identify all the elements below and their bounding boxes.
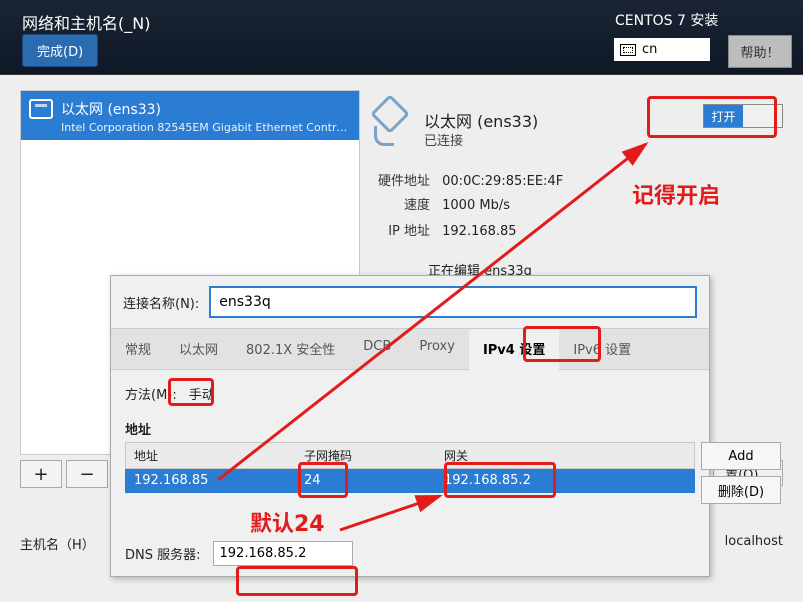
- cell-gateway[interactable]: 192.168.85.2: [436, 469, 694, 492]
- detail-title: 以太网 (ens33): [424, 108, 538, 132]
- cell-mask[interactable]: 24: [296, 469, 436, 492]
- hwaddr-row: 硬件地址 00:0C:29:85:EE:4F: [370, 170, 563, 189]
- language-selector[interactable]: cn: [614, 38, 710, 61]
- speed-value: 1000 Mb/s: [442, 198, 510, 213]
- toggle-on-label: 打开: [704, 105, 743, 127]
- hwaddr-label: 硬件地址: [370, 170, 430, 189]
- col-address: 地址: [126, 443, 296, 468]
- tab-ipv4[interactable]: IPv4 设置: [469, 329, 559, 370]
- method-label: 方法(M):: [125, 384, 177, 403]
- dns-label: DNS 服务器:: [125, 544, 201, 563]
- keyboard-icon: [620, 44, 636, 56]
- install-label: CENTOS 7 安装: [615, 10, 718, 30]
- done-button[interactable]: 完成(D): [22, 34, 98, 67]
- col-mask: 子网掩码: [296, 443, 436, 468]
- address-row[interactable]: 192.168.85 24 192.168.85.2: [125, 469, 695, 493]
- speed-row: 速度 1000 Mb/s: [370, 194, 510, 213]
- connection-editor: 连接名称(N): 常规 以太网 802.1X 安全性 DCB Proxy IPv…: [110, 275, 710, 577]
- tab-ipv6[interactable]: IPv6 设置: [559, 329, 645, 369]
- add-address-button[interactable]: Add: [701, 442, 781, 470]
- cell-address[interactable]: 192.168.85: [126, 469, 296, 492]
- toggle-knob: [743, 105, 782, 127]
- help-button[interactable]: 帮助！: [728, 35, 792, 68]
- tab-8021x[interactable]: 802.1X 安全性: [232, 329, 349, 369]
- tab-general[interactable]: 常规: [111, 329, 165, 369]
- nic-icon: [29, 99, 53, 119]
- ip-row: IP 地址 192.168.85: [370, 220, 517, 239]
- tab-proxy[interactable]: Proxy: [405, 329, 469, 369]
- hwaddr-value: 00:0C:29:85:EE:4F: [442, 174, 563, 189]
- hostname-value: localhost: [725, 534, 783, 549]
- address-table-header: 地址 子网掩码 网关: [125, 442, 695, 469]
- connection-toggle[interactable]: 打开: [703, 104, 783, 128]
- remove-interface-button[interactable]: −: [66, 460, 108, 488]
- language-value: cn: [642, 42, 657, 57]
- tab-ethernet[interactable]: 以太网: [165, 329, 232, 369]
- detail-status: 已连接: [424, 130, 463, 149]
- ip-value: 192.168.85: [442, 224, 516, 239]
- method-value[interactable]: 手动: [189, 384, 215, 403]
- delete-address-button[interactable]: 删除(D): [701, 476, 781, 504]
- conn-name-label: 连接名称(N):: [123, 293, 199, 312]
- speed-label: 速度: [370, 194, 430, 213]
- col-gateway: 网关: [436, 443, 694, 468]
- hostname-label: 主机名（H）: [20, 534, 95, 553]
- editor-tabs: 常规 以太网 802.1X 安全性 DCB Proxy IPv4 设置 IPv6…: [111, 328, 709, 370]
- tab-dcb[interactable]: DCB: [349, 329, 405, 369]
- ip-label: IP 地址: [370, 220, 430, 239]
- interface-item[interactable]: 以太网 (ens33) Intel Corporation 82545EM Gi…: [21, 91, 359, 140]
- network-icon: [370, 100, 410, 140]
- dns-input[interactable]: [213, 541, 353, 566]
- page-title: 网络和主机名(_N): [22, 10, 150, 34]
- address-heading: 地址: [125, 419, 695, 438]
- conn-name-input[interactable]: [209, 286, 697, 318]
- interface-subtitle: Intel Corporation 82545EM Gigabit Ethern…: [61, 121, 351, 134]
- interface-title: 以太网 (ens33): [61, 99, 351, 119]
- add-interface-button[interactable]: +: [20, 460, 62, 488]
